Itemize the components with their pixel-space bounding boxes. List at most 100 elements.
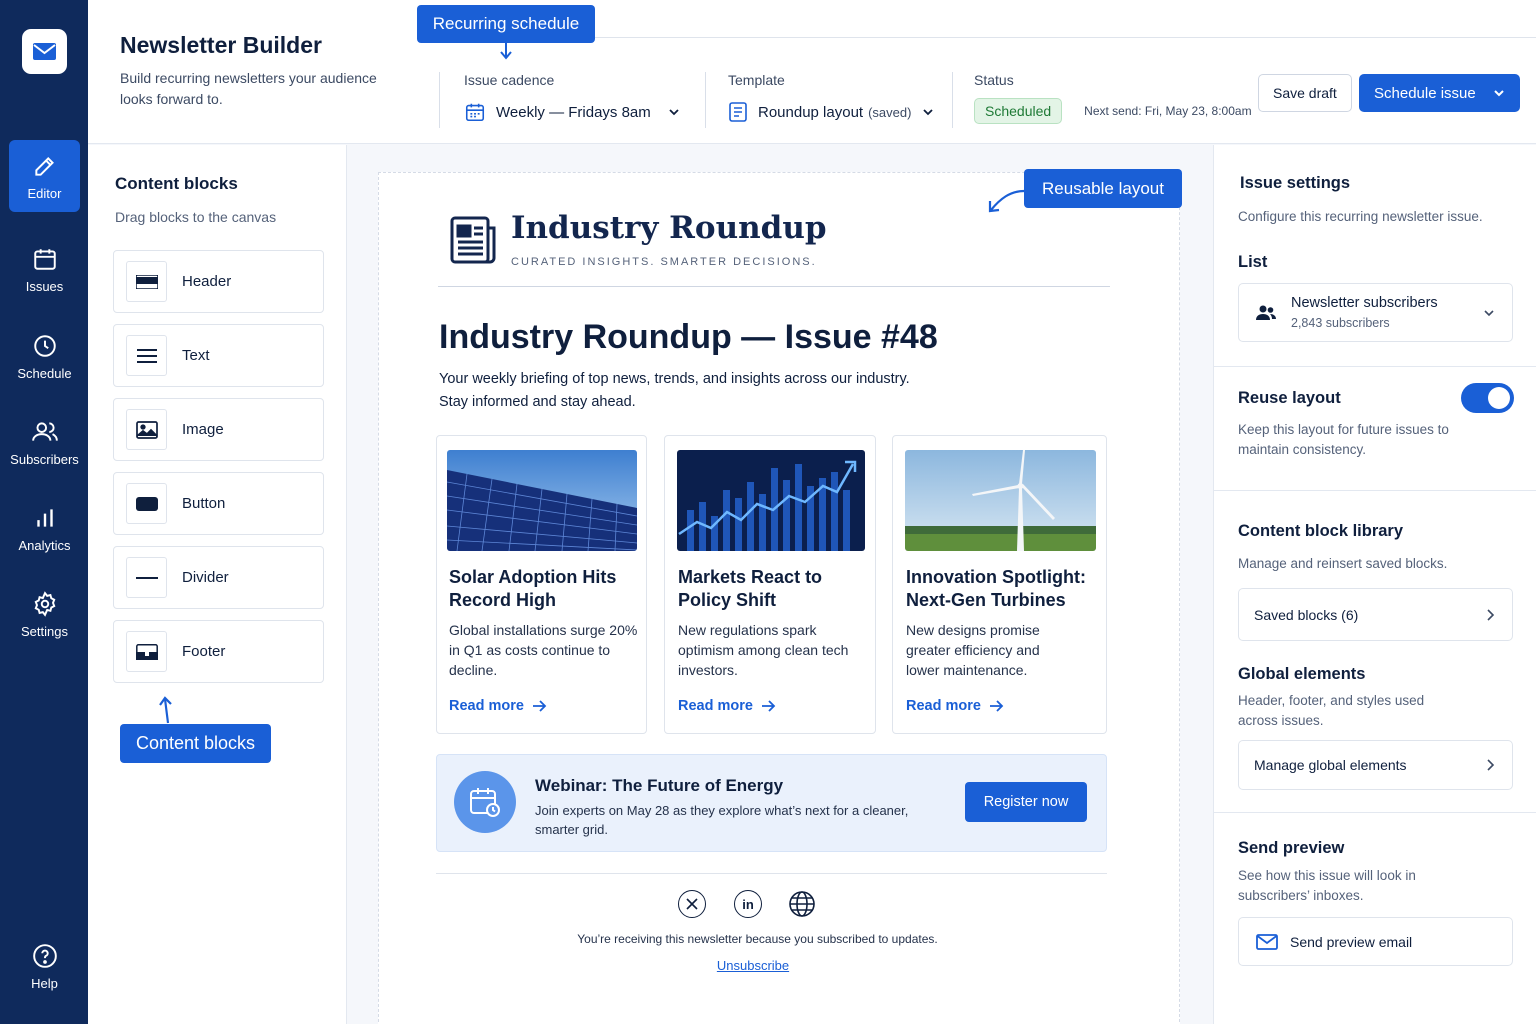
newsletter-tagline: CURATED INSIGHTS. SMARTER DECISIONS. bbox=[511, 256, 817, 268]
block-label: Text bbox=[182, 347, 210, 364]
nav-item-issues[interactable]: Issues bbox=[9, 233, 80, 305]
nav-item-label: Analytics bbox=[18, 537, 71, 553]
toggle-knob bbox=[1488, 387, 1510, 409]
settings-title: Issue settings bbox=[1240, 174, 1351, 192]
x-icon[interactable] bbox=[678, 890, 706, 918]
register-now-button[interactable]: Register now bbox=[965, 782, 1087, 822]
callout-recurring-schedule: Recurring schedule bbox=[417, 5, 595, 43]
divider-block-icon bbox=[126, 557, 167, 598]
article-card[interactable]: Innovation Spotlight: Next-Gen Turbines … bbox=[892, 435, 1107, 734]
library-title: Content block library bbox=[1238, 522, 1404, 540]
linkedin-icon[interactable]: in bbox=[734, 890, 762, 918]
nav-item-label: Editor bbox=[27, 185, 62, 201]
block-label: Header bbox=[182, 273, 232, 290]
block-image[interactable]: Image bbox=[113, 398, 324, 461]
wind-turbine-image bbox=[905, 450, 1096, 551]
newsletter-brand: Industry Roundup bbox=[511, 210, 827, 246]
reuse-layout-toggle[interactable] bbox=[1461, 383, 1514, 413]
preview-title: Send preview bbox=[1238, 839, 1345, 857]
webinar-banner[interactable]: Webinar: The Future of Energy Join exper… bbox=[436, 754, 1107, 852]
global-title: Global elements bbox=[1238, 665, 1366, 683]
unsubscribe-text[interactable]: Unsubscribe bbox=[717, 958, 789, 973]
nav-item-schedule[interactable]: Schedule bbox=[9, 320, 80, 392]
text-block-icon bbox=[126, 335, 167, 376]
header-rule bbox=[594, 37, 1536, 38]
issue-title[interactable]: Industry Roundup — Issue #48 bbox=[439, 318, 938, 357]
arrow-right-icon bbox=[989, 700, 1004, 712]
chevron-down-icon bbox=[1494, 90, 1504, 97]
webinar-title: Webinar: The Future of Energy bbox=[535, 776, 784, 795]
settings-subtitle: Configure this recurring newsletter issu… bbox=[1238, 209, 1483, 224]
cadence-select[interactable]: Weekly — Fridays 8am bbox=[464, 99, 681, 125]
status-badge: Scheduled bbox=[974, 98, 1063, 124]
clock-icon bbox=[33, 334, 56, 357]
divider bbox=[1214, 812, 1536, 813]
arrow-left-icon bbox=[988, 189, 1025, 213]
top-bar: Newsletter Builder Build recurring newsl… bbox=[88, 0, 1536, 144]
divider bbox=[952, 72, 953, 128]
block-label: Image bbox=[182, 421, 224, 438]
block-header[interactable]: Header bbox=[113, 250, 324, 313]
callout-reusable-layout: Reusable layout bbox=[1024, 169, 1182, 208]
save-draft-button[interactable]: Save draft bbox=[1258, 74, 1352, 112]
read-more-link[interactable]: Read more bbox=[906, 698, 1004, 714]
list-select[interactable]: Newsletter subscribers 2,843 subscribers bbox=[1238, 283, 1513, 342]
footer-note: You’re receiving this newsletter because… bbox=[577, 932, 938, 946]
saved-blocks-label: Saved blocks (6) bbox=[1254, 606, 1359, 623]
divider bbox=[1214, 366, 1536, 367]
saved-blocks-button[interactable]: Saved blocks (6) bbox=[1238, 588, 1513, 641]
divider bbox=[436, 873, 1107, 874]
manage-global-button[interactable]: Manage global elements bbox=[1238, 740, 1513, 790]
newspaper-logo-icon bbox=[450, 216, 496, 264]
gear-icon bbox=[34, 590, 55, 617]
webinar-body: Join experts on May 28 as they explore w… bbox=[535, 803, 909, 837]
block-label: Divider bbox=[182, 569, 229, 586]
read-more-link[interactable]: Read more bbox=[678, 698, 776, 714]
market-chart-image bbox=[677, 450, 865, 551]
article-body: New designs promise greater efficiency a… bbox=[906, 622, 1040, 678]
read-more-link[interactable]: Read more bbox=[449, 698, 547, 714]
users-icon bbox=[31, 421, 58, 441]
article-body: Global installations surge 20% in Q1 as … bbox=[449, 622, 638, 678]
article-card[interactable]: Markets React to Policy Shift New regula… bbox=[664, 435, 876, 734]
template-select[interactable]: Roundup layout (saved) bbox=[728, 99, 935, 125]
read-more-label: Read more bbox=[906, 698, 981, 714]
nav-item-help[interactable]: Help bbox=[9, 930, 80, 1002]
article-title: Solar Adoption Hits Record High bbox=[449, 567, 617, 610]
reuse-layout-title: Reuse layout bbox=[1238, 389, 1341, 407]
issue-intro[interactable]: Your weekly briefing of top news, trends… bbox=[439, 368, 959, 414]
block-divider[interactable]: Divider bbox=[113, 546, 324, 609]
send-preview-button[interactable]: Send preview email bbox=[1238, 917, 1513, 966]
globe-icon[interactable] bbox=[788, 890, 816, 918]
block-button[interactable]: Button bbox=[113, 472, 324, 535]
nav-item-subscribers[interactable]: Subscribers bbox=[9, 406, 80, 478]
divider bbox=[1214, 490, 1536, 491]
status-label: Status bbox=[974, 72, 1014, 88]
calendar-icon bbox=[33, 248, 56, 270]
read-more-label: Read more bbox=[449, 698, 524, 714]
chevron-down-icon bbox=[1484, 309, 1494, 316]
manage-global-label: Manage global elements bbox=[1254, 757, 1407, 773]
divider bbox=[439, 72, 440, 128]
read-more-label: Read more bbox=[678, 698, 753, 714]
article-card[interactable]: Solar Adoption Hits Record High Global i… bbox=[436, 435, 647, 734]
block-label: Button bbox=[182, 495, 226, 512]
divider bbox=[438, 286, 1110, 287]
nav-item-settings[interactable]: Settings bbox=[9, 578, 80, 650]
global-subtitle: Header, footer, and styles used across i… bbox=[1238, 693, 1425, 728]
mail-logo-icon[interactable] bbox=[22, 29, 67, 74]
block-footer[interactable]: Footer bbox=[113, 620, 324, 683]
chevron-right-icon bbox=[1487, 608, 1495, 621]
cadence-label: Issue cadence bbox=[464, 72, 555, 88]
nav-item-label: Subscribers bbox=[10, 451, 79, 467]
nav-item-analytics[interactable]: Analytics bbox=[9, 492, 80, 564]
help-label: Help bbox=[31, 975, 58, 991]
list-info: Newsletter subscribers 2,843 subscribers bbox=[1291, 295, 1438, 330]
mail-icon bbox=[1256, 933, 1278, 950]
footer-block-icon bbox=[126, 631, 167, 672]
schedule-issue-button[interactable]: Schedule issue bbox=[1359, 74, 1520, 112]
next-send-text: Next send: Fri, May 23, 8:00am bbox=[1084, 104, 1252, 118]
content-blocks-panel: Content blocks Drag blocks to the canvas… bbox=[88, 145, 347, 1024]
nav-item-editor[interactable]: Editor bbox=[9, 140, 80, 212]
block-text[interactable]: Text bbox=[113, 324, 324, 387]
